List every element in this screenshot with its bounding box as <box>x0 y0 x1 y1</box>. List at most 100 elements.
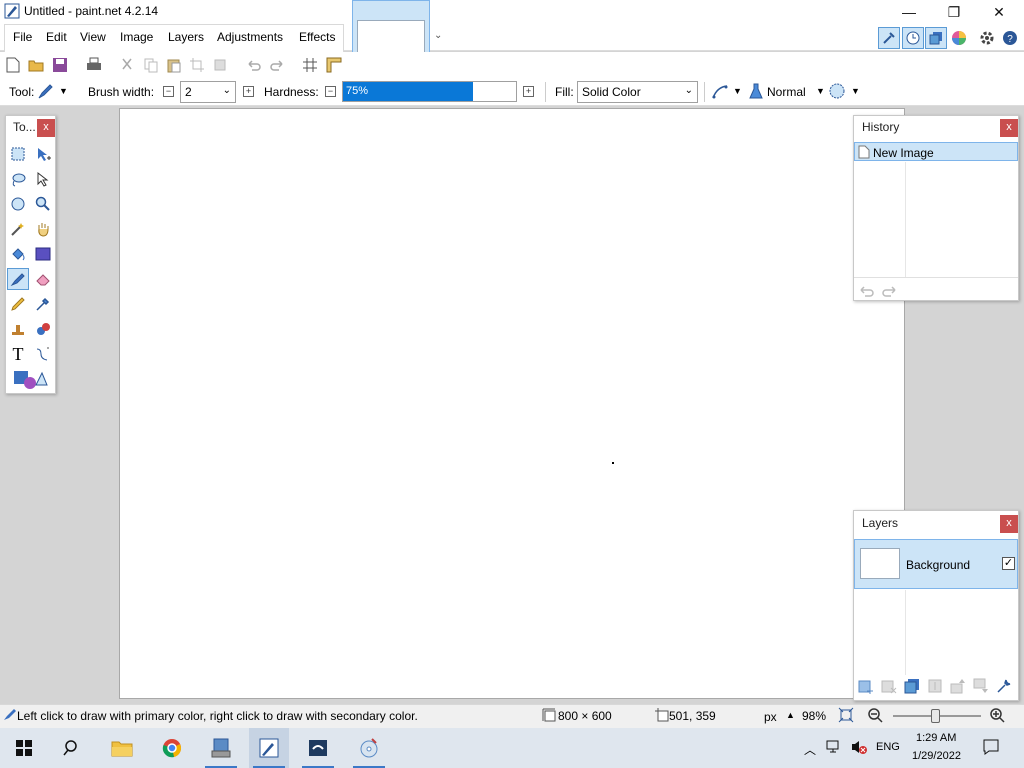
ruler-icon[interactable] <box>324 55 344 75</box>
history-redo-icon[interactable] <box>880 284 898 301</box>
unit-selector[interactable]: px <box>764 710 777 724</box>
eraser-icon[interactable] <box>32 268 54 290</box>
history-panel-close-button[interactable]: x <box>1000 119 1018 137</box>
menu-adjustments[interactable]: Adjustments <box>217 30 283 44</box>
line-curve-icon[interactable] <box>32 343 54 365</box>
tool-dropdown-arrow-icon[interactable]: ▼ <box>59 86 68 96</box>
zoom-in-icon[interactable] <box>989 707 1005 726</box>
add-layer-icon[interactable] <box>858 678 874 697</box>
blend-mode-dropdown-arrow-icon[interactable]: ▼ <box>816 86 825 96</box>
zoom-fit-icon[interactable] <box>838 707 854 726</box>
menu-image[interactable]: Image <box>120 30 153 44</box>
file-explorer-icon[interactable] <box>102 728 142 768</box>
ellipse-select-icon[interactable] <box>7 193 29 215</box>
maximize-button[interactable]: ❐ <box>931 0 977 24</box>
paste-icon[interactable] <box>164 55 184 75</box>
rectangle-select-icon[interactable] <box>7 143 29 165</box>
duplicate-layer-icon[interactable] <box>904 678 920 697</box>
open-folder-icon[interactable] <box>26 55 46 75</box>
merge-layer-down-icon[interactable] <box>927 678 943 697</box>
history-window-icon[interactable] <box>902 27 924 49</box>
text-icon[interactable]: T <box>7 343 29 365</box>
colors-window-icon[interactable] <box>948 27 970 49</box>
blend-mode-flask-icon[interactable] <box>748 82 764 103</box>
color-picker-icon[interactable] <box>32 293 54 315</box>
fill-combo[interactable]: Solid Color ⌄ <box>577 81 698 103</box>
save-icon[interactable] <box>50 55 70 75</box>
magic-wand-icon[interactable] <box>7 218 29 240</box>
print-icon[interactable] <box>84 55 104 75</box>
delete-layer-icon[interactable] <box>881 678 897 697</box>
lasso-select-icon[interactable] <box>7 168 29 190</box>
zoom-level[interactable]: 98% <box>802 709 826 723</box>
layer-properties-wrench-icon[interactable] <box>996 678 1012 697</box>
zoom-slider-thumb[interactable] <box>931 709 940 723</box>
terminal-app-icon[interactable] <box>298 728 338 768</box>
language-indicator[interactable]: ENG <box>876 741 900 753</box>
pencil-icon[interactable] <box>7 293 29 315</box>
move-layer-up-icon[interactable] <box>950 678 966 697</box>
pan-icon[interactable] <box>32 218 54 240</box>
blend-mode-value[interactable]: Normal <box>767 85 806 99</box>
volume-muted-icon[interactable] <box>850 739 868 758</box>
layer-visibility-checkbox[interactable]: ✓ <box>1002 557 1015 570</box>
brush-width-decrease-button[interactable]: − <box>163 86 174 97</box>
gradient-icon[interactable] <box>32 243 54 265</box>
deselect-icon[interactable] <box>210 55 230 75</box>
grid-icon[interactable] <box>300 55 320 75</box>
menu-effects[interactable]: Effects <box>299 30 335 44</box>
menu-layers[interactable]: Layers <box>168 30 204 44</box>
hardness-increase-button[interactable]: + <box>523 86 534 97</box>
move-selected-icon[interactable] <box>32 168 54 190</box>
move-layer-down-icon[interactable] <box>973 678 989 697</box>
close-button[interactable]: ✕ <box>976 0 1022 24</box>
hardness-decrease-button[interactable]: − <box>325 86 336 97</box>
chevron-down-icon[interactable]: ⌄ <box>434 30 442 41</box>
paintnet-taskbar-icon[interactable] <box>249 728 289 768</box>
zoom-icon[interactable] <box>32 193 54 215</box>
chrome-icon[interactable] <box>152 728 192 768</box>
disc-burner-app-icon[interactable] <box>349 728 389 768</box>
crop-icon[interactable] <box>187 55 207 75</box>
copy-icon[interactable] <box>141 55 161 75</box>
menu-edit[interactable]: Edit <box>46 30 67 44</box>
network-icon[interactable] <box>826 739 844 758</box>
paintbrush-tool-selector-icon[interactable] <box>37 82 55 103</box>
show-hidden-icons-chevron-icon[interactable]: ︿ <box>804 741 816 758</box>
antialiasing-icon[interactable] <box>711 83 729 104</box>
layers-panel-close-button[interactable]: x <box>1000 515 1018 533</box>
shapes-icon[interactable] <box>12 368 48 390</box>
zoom-out-icon[interactable] <box>867 707 883 726</box>
clock-time[interactable]: 1:29 AM <box>916 732 956 744</box>
clock-date[interactable]: 1/29/2022 <box>912 750 961 762</box>
search-icon[interactable] <box>52 728 92 768</box>
cut-icon[interactable] <box>117 55 137 75</box>
tools-window-icon[interactable] <box>878 27 900 49</box>
tools-panel-close-button[interactable]: x <box>37 119 55 137</box>
notifications-icon[interactable] <box>982 738 1000 759</box>
paint-bucket-icon[interactable] <box>7 243 29 265</box>
clone-stamp-icon[interactable] <box>7 318 29 340</box>
redo-icon[interactable] <box>267 55 287 75</box>
image-canvas[interactable] <box>119 108 905 699</box>
windows-start-icon[interactable] <box>4 728 44 768</box>
layers-window-icon[interactable] <box>925 27 947 49</box>
undo-icon[interactable] <box>244 55 264 75</box>
minimize-button[interactable]: — <box>886 0 932 24</box>
history-undo-icon[interactable] <box>858 284 876 301</box>
settings-gear-icon[interactable] <box>976 27 998 49</box>
menu-view[interactable]: View <box>80 30 106 44</box>
installer-app-icon[interactable] <box>201 728 241 768</box>
brush-width-combo[interactable]: 2 ⌄ <box>180 81 236 103</box>
recolor-icon[interactable] <box>32 318 54 340</box>
selection-mode-icon[interactable] <box>828 82 846 103</box>
help-icon[interactable]: ? <box>999 27 1021 49</box>
unit-dropdown-arrow-icon[interactable]: ▲ <box>786 710 795 720</box>
menu-file[interactable]: File <box>13 30 32 44</box>
new-file-icon[interactable] <box>3 55 23 75</box>
move-selection-icon[interactable] <box>32 143 54 165</box>
paintbrush-icon[interactable] <box>7 268 29 290</box>
antialiasing-dropdown-arrow-icon[interactable]: ▼ <box>733 86 742 96</box>
brush-width-increase-button[interactable]: + <box>243 86 254 97</box>
selection-mode-dropdown-arrow-icon[interactable]: ▼ <box>851 86 860 96</box>
